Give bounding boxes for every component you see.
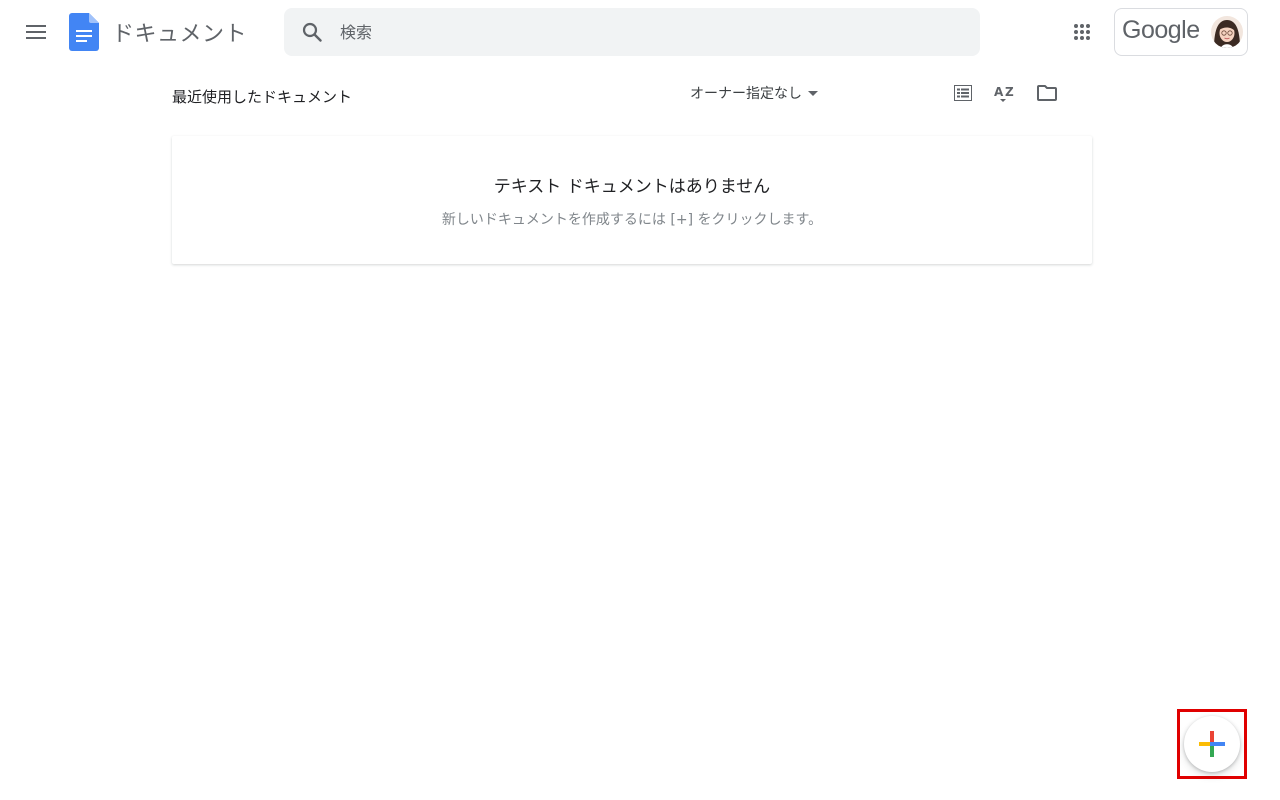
search-input[interactable] [340,22,940,42]
apps-grid-icon [1074,24,1090,40]
account-switcher[interactable]: Google [1114,8,1248,56]
app-header: ドキュメント Google [0,0,1280,64]
google-brand-label: Google [1122,16,1200,44]
menu-icon [26,25,46,39]
list-view-button[interactable] [948,78,978,108]
owner-filter-label: オーナー指定なし [690,86,802,102]
search-icon[interactable] [284,8,340,56]
folder-icon [1037,85,1057,101]
owner-filter-dropdown[interactable]: オーナー指定なし [690,83,818,103]
new-document-button[interactable] [1184,716,1240,772]
empty-state-subtitle: 新しいドキュメントを作成するには [+] をクリックします。 [441,212,823,228]
list-view-icon [954,85,972,101]
app-name[interactable]: ドキュメント [112,16,247,48]
plus-icon [1199,731,1225,757]
main-menu-button[interactable] [16,12,56,52]
sort-button[interactable]: A Z [990,78,1020,108]
svg-text:A: A [994,85,1004,99]
avatar[interactable] [1211,16,1243,48]
section-title: 最近使用したドキュメント [172,88,353,106]
sort-az-icon: A Z [994,85,1014,102]
empty-state-title: テキスト ドキュメントはありません [493,177,771,197]
user-avatar-icon [1211,16,1243,48]
docs-logo-icon[interactable] [69,13,99,51]
google-apps-button[interactable] [1062,12,1102,52]
caret-down-icon [808,90,818,96]
search-bar[interactable] [284,8,980,56]
file-picker-button[interactable] [1032,78,1062,108]
svg-text:Z: Z [1005,85,1014,99]
empty-state-card: テキスト ドキュメントはありません 新しいドキュメントを作成するには [+] を… [172,136,1092,264]
